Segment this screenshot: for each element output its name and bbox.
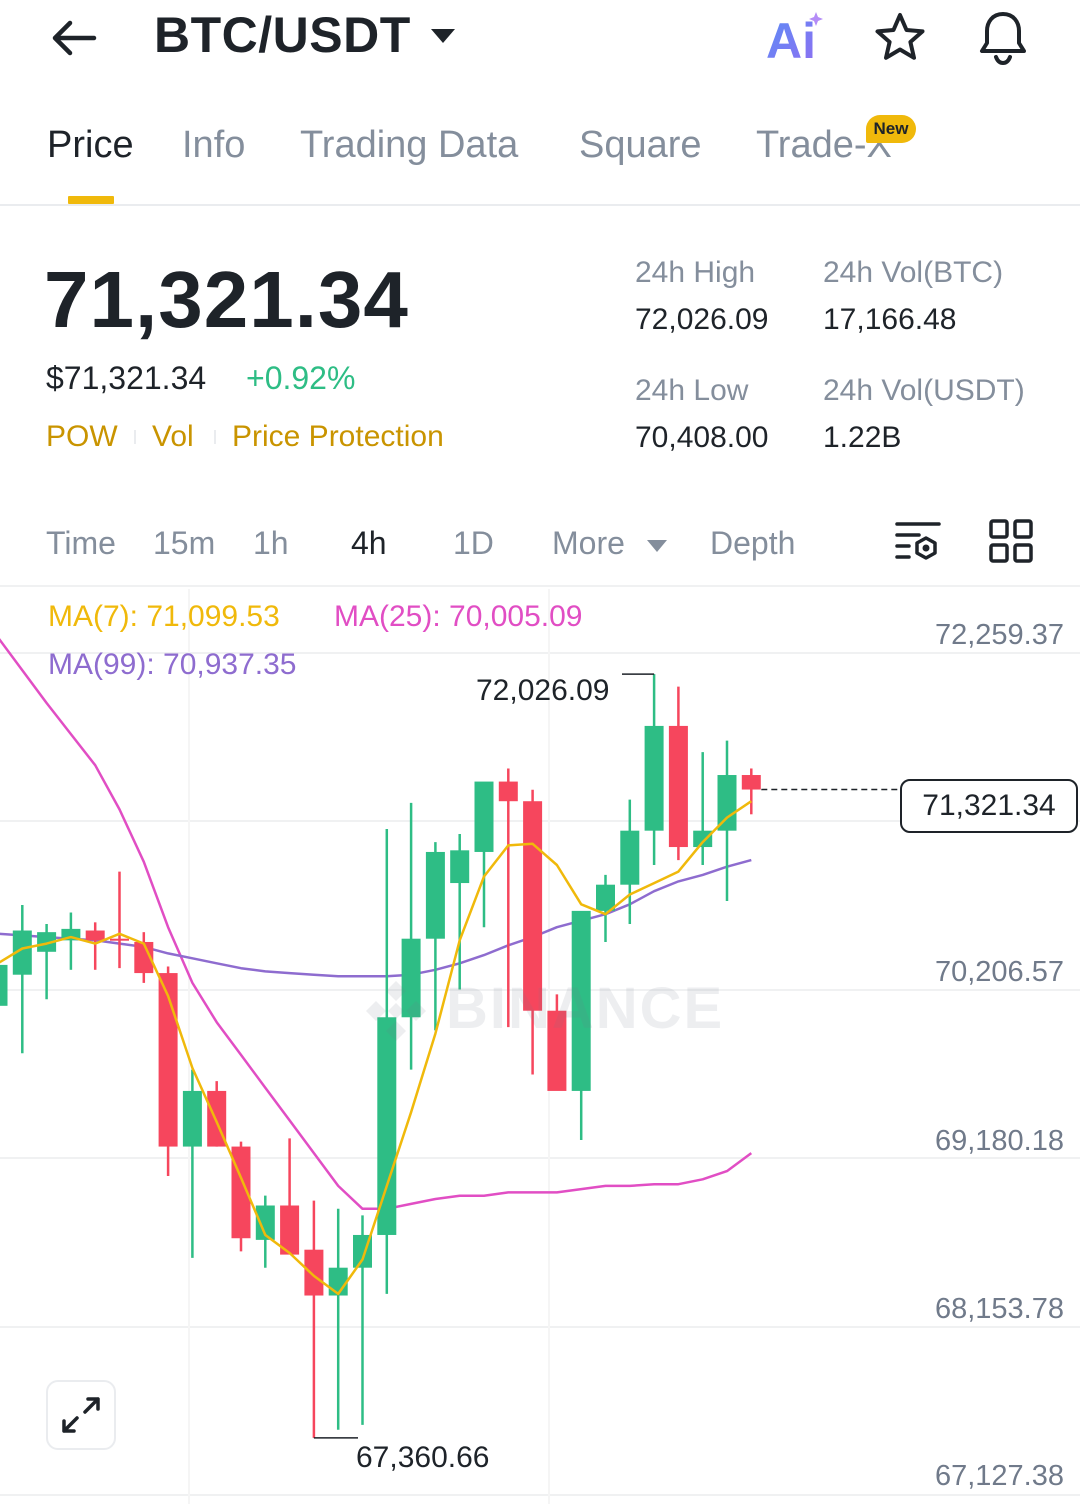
candle-up: [328, 1267, 348, 1296]
interval-15m[interactable]: 15m: [153, 525, 215, 562]
back-arrow-icon[interactable]: [46, 10, 102, 66]
candle-down: [304, 1249, 324, 1296]
active-tab-indicator: [68, 196, 114, 204]
high-label: 24h High: [635, 256, 756, 289]
tab-square[interactable]: Square: [579, 124, 702, 167]
tab-price[interactable]: Price: [47, 124, 134, 167]
pair-title[interactable]: BTC/USDT: [154, 6, 411, 64]
binance-watermark: BINANCE: [360, 975, 730, 1045]
vol-usdt-label: 24h Vol(USDT): [823, 374, 1025, 407]
star-icon[interactable]: [872, 10, 928, 66]
binance-logo-icon: [366, 981, 426, 1041]
candle-down: [741, 775, 761, 790]
interval-1d[interactable]: 1D: [453, 525, 494, 562]
ma7-legend: MA(7): 71,099.53: [48, 600, 280, 633]
ma25-line: [0, 638, 753, 1211]
chevron-down-icon[interactable]: [428, 24, 458, 48]
interval-4h[interactable]: 4h: [351, 525, 387, 562]
vol-btc-label: 24h Vol(BTC): [823, 256, 1004, 289]
candle-down: [498, 781, 518, 802]
tag-divider: [134, 430, 136, 444]
fullscreen-button[interactable]: [46, 1380, 116, 1450]
grid-layout-icon[interactable]: [988, 518, 1034, 564]
tag-divider: [214, 430, 216, 444]
candle-up: [717, 775, 737, 831]
last-price: 71,321.34: [44, 255, 409, 344]
interval-time[interactable]: Time: [46, 525, 116, 562]
tab-trading-data[interactable]: Trading Data: [300, 124, 518, 167]
top-bar: BTC/USDT Ai: [0, 0, 1080, 90]
candle-up: [450, 850, 470, 884]
price-axis-label: 68,153.78: [934, 1293, 1064, 1325]
current-price-marker[interactable]: 71,321.34: [900, 779, 1078, 833]
price-axis-label: 67,127.38: [934, 1460, 1064, 1492]
tag-vol[interactable]: Vol: [152, 420, 194, 454]
svg-text:Ai: Ai: [766, 13, 816, 66]
ma99-legend: MA(99): 70,937.35: [48, 648, 297, 681]
vol-btc-value: 17,166.48: [823, 303, 957, 336]
candle-up: [693, 830, 713, 848]
low-price-marker: 67,360.66: [356, 1441, 490, 1474]
price-axis-label: 70,206.57: [934, 956, 1064, 988]
watermark-text: BINANCE: [446, 976, 725, 1041]
price-axis-label: 72,259.37: [934, 619, 1064, 651]
ai-icon[interactable]: Ai: [764, 10, 828, 66]
usd-price: $71,321.34: [46, 360, 207, 396]
candle-up: [596, 884, 615, 911]
high-value: 72,026.09: [635, 303, 769, 336]
candle-down: [85, 930, 105, 941]
bell-icon[interactable]: [974, 8, 1032, 66]
section-tabs: Price Info Trading Data Square Trade-X: [0, 110, 1080, 206]
expand-icon: [62, 1397, 100, 1433]
candle-up: [644, 725, 664, 831]
indicator-settings-icon[interactable]: [893, 518, 943, 568]
interval-depth[interactable]: Depth: [710, 525, 795, 562]
vol-usdt-value: 1.22B: [823, 421, 902, 454]
interval-more[interactable]: More: [552, 525, 625, 562]
candle-down: [668, 725, 688, 848]
tag-price-protection[interactable]: Price Protection: [232, 420, 444, 454]
ma25-legend: MA(25): 70,005.09: [334, 600, 583, 633]
candle-up: [425, 851, 445, 939]
candle-up: [620, 830, 640, 885]
new-badge: New: [866, 115, 916, 143]
candle-down: [110, 938, 129, 941]
low-label: 24h Low: [635, 374, 749, 407]
low-value: 70,408.00: [635, 421, 769, 454]
interval-1h[interactable]: 1h: [253, 525, 289, 562]
candle-up: [0, 964, 8, 1006]
candle-up: [182, 1090, 202, 1147]
candle-up: [474, 781, 494, 852]
tab-info[interactable]: Info: [182, 124, 245, 167]
tag-pow[interactable]: POW: [46, 420, 118, 454]
chevron-down-icon[interactable]: [646, 539, 668, 553]
candlestick-chart[interactable]: [0, 589, 1080, 1504]
high-price-marker: 72,026.09: [476, 674, 610, 707]
change-percent: +0.92%: [246, 360, 356, 396]
price-axis-label: 69,180.18: [934, 1125, 1064, 1157]
